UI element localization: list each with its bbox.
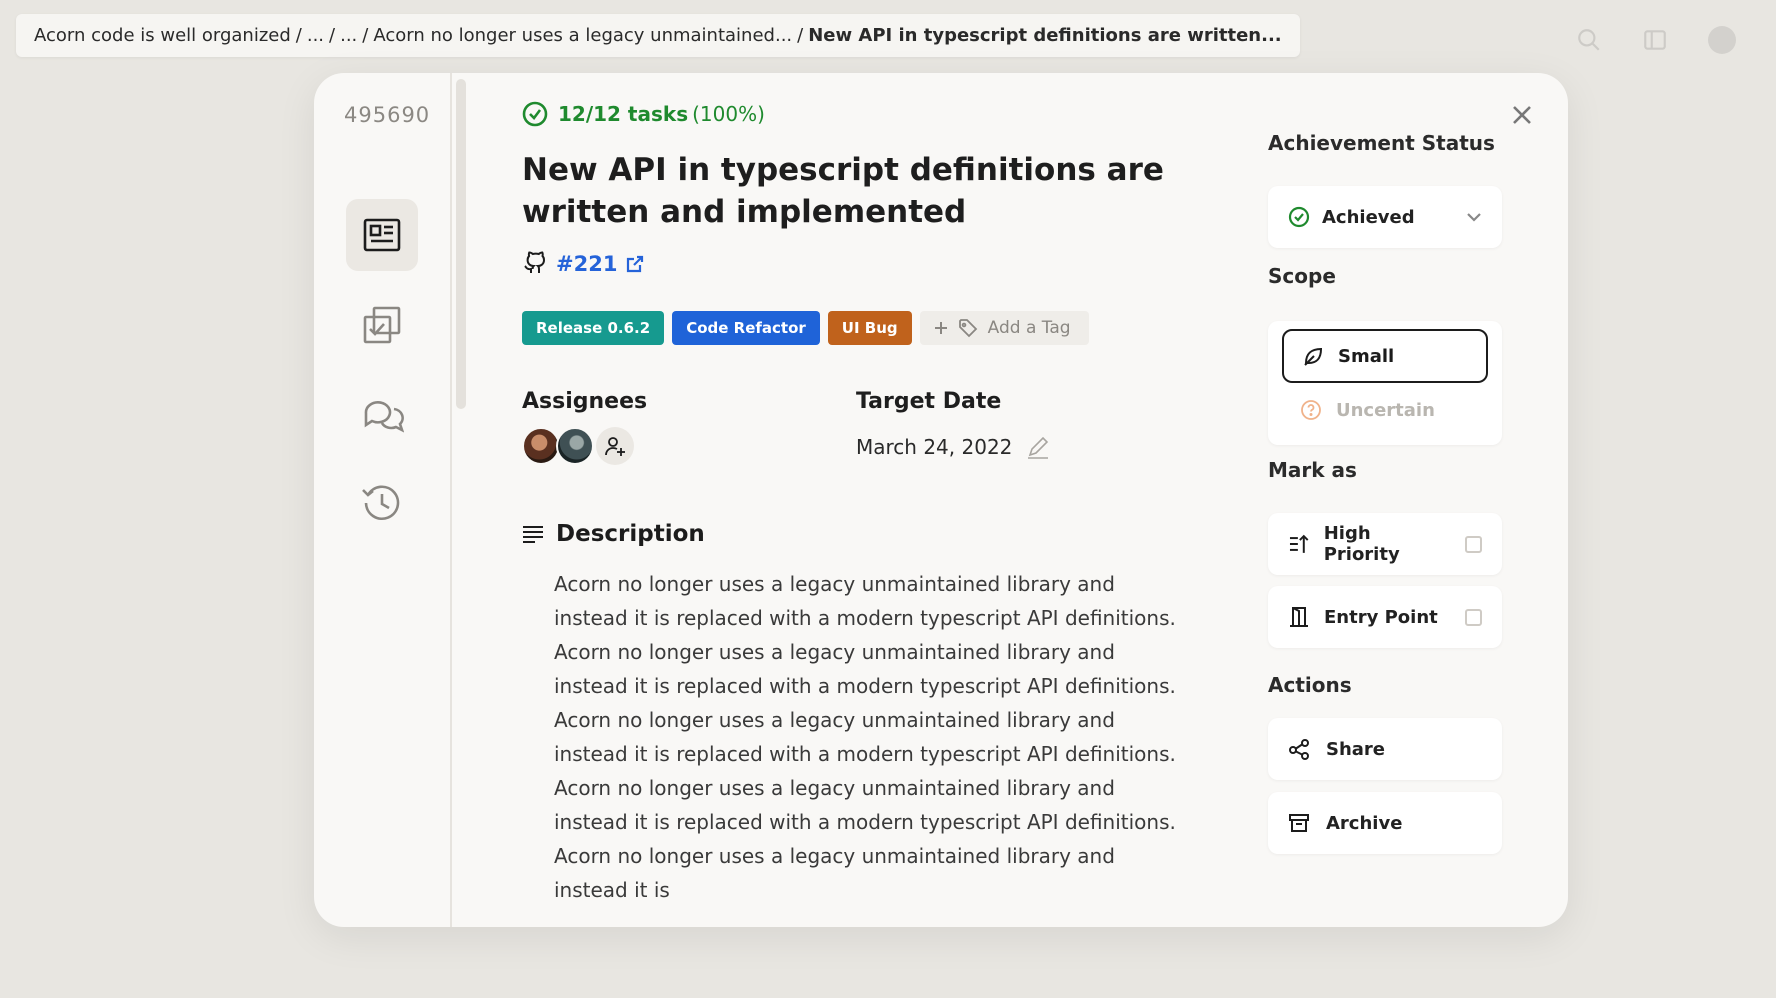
task-progress: 12/12 tasks (100%) (522, 101, 765, 127)
item-detail-modal: 495690 12/12 tasks (100%) New API in typ… (314, 73, 1568, 927)
target-date-value: March 24, 2022 (856, 435, 1013, 459)
text-lines-icon (523, 526, 543, 543)
high-priority-checkbox[interactable] (1465, 535, 1482, 553)
comments-icon (364, 401, 404, 433)
share-label: Share (1326, 738, 1386, 760)
add-user-icon (605, 437, 625, 456)
archive-label: Archive (1326, 812, 1403, 834)
actions-label: Actions (1268, 673, 1352, 697)
entry-point-toggle[interactable]: Entry Point (1268, 586, 1502, 648)
high-priority-label: High Priority (1323, 523, 1400, 565)
chevron-down-icon (1467, 213, 1481, 222)
add-assignee-button[interactable] (596, 427, 634, 465)
breadcrumb-separator: / (329, 25, 336, 46)
search-icon (1578, 29, 1600, 51)
side-panel: Achievement Status Achieved Scope Small … (1268, 73, 1508, 927)
close-button[interactable] (1506, 99, 1538, 131)
left-rail: 495690 (314, 73, 452, 927)
scope-label: Scope (1268, 264, 1336, 288)
page-title: New API in typescript definitions are wr… (522, 152, 1164, 230)
avatar[interactable] (556, 427, 594, 465)
issue-number: #221 (556, 252, 618, 276)
check-circle-icon (522, 101, 548, 127)
achievement-status-value: Achieved (1322, 206, 1415, 228)
mark-as-label: Mark as (1268, 458, 1357, 482)
priority-icon (1289, 534, 1309, 553)
assignee-avatars (522, 427, 634, 465)
tag[interactable]: Release 0.6.2 (522, 311, 665, 345)
tag[interactable]: UI Bug (827, 311, 912, 345)
breadcrumb-separator: / (362, 25, 369, 46)
history-icon (362, 485, 400, 520)
add-tag-button[interactable]: Add a Tag (919, 311, 1089, 345)
close-icon (1513, 106, 1531, 124)
share-icon (1289, 739, 1309, 760)
door-icon (1290, 607, 1308, 627)
entry-point-label: Entry Point (1324, 606, 1438, 628)
breadcrumb-separator: / (797, 25, 804, 46)
details-tab-button[interactable] (346, 199, 418, 271)
scope-option-uncertain[interactable]: Uncertain (1282, 383, 1488, 437)
archive-button[interactable]: Archive (1268, 792, 1502, 854)
high-priority-toggle[interactable]: High Priority (1268, 513, 1502, 575)
scope-option-label: Uncertain (1336, 399, 1435, 421)
checklist-icon (363, 306, 401, 344)
target-date-label: Target Date (856, 389, 1002, 414)
achievement-status-label: Achievement Status (1268, 131, 1495, 155)
github-issue-link[interactable]: #221 (522, 251, 645, 277)
check-circle-icon (1288, 206, 1310, 228)
avatar (1708, 26, 1736, 54)
avatar[interactable] (522, 427, 560, 465)
breadcrumb: Acorn code is well organized / ... / ...… (16, 14, 1300, 57)
description-heading: Description (522, 521, 705, 547)
newspaper-icon (363, 218, 401, 252)
pencil-icon[interactable] (1026, 435, 1050, 459)
tasks-count: 12/12 tasks (558, 102, 689, 126)
tag-icon (958, 319, 977, 338)
archive-icon (1289, 814, 1309, 832)
main-content: 12/12 tasks (100%) New API in typescript… (522, 73, 1202, 927)
breadcrumb-item[interactable]: ... (340, 25, 357, 46)
tag[interactable]: Code Refactor (672, 311, 820, 345)
description-heading-label: Description (556, 521, 705, 547)
history-tab-button[interactable] (346, 467, 418, 539)
entry-point-checkbox[interactable] (1465, 608, 1482, 626)
tasks-tab-button[interactable] (346, 289, 418, 361)
achievement-status-select[interactable]: Achieved (1268, 186, 1502, 248)
target-date: March 24, 2022 (856, 435, 1050, 459)
comments-tab-button[interactable] (346, 379, 418, 451)
breadcrumb-item[interactable]: Acorn no longer uses a legacy unmaintain… (373, 25, 792, 46)
share-button[interactable]: Share (1268, 718, 1502, 780)
leaf-icon (1304, 347, 1323, 366)
tasks-percent: (100%) (692, 102, 765, 126)
sidebar-icon (1644, 30, 1666, 50)
scope-option-label: Small (1338, 345, 1395, 367)
add-tag-label: Add a Tag (987, 318, 1071, 338)
scope-option-small[interactable]: Small (1282, 329, 1488, 383)
breadcrumb-current: New API in typescript definitions are wr… (808, 25, 1282, 46)
breadcrumb-separator: / (295, 25, 302, 46)
background-toolbar (1576, 26, 1736, 54)
tag-list: Release 0.6.2 Code Refactor UI Bug Add a… (522, 311, 1089, 345)
rail-scrollbar[interactable] (456, 79, 466, 409)
external-link-icon (627, 255, 644, 273)
question-circle-icon (1301, 400, 1321, 420)
github-icon (524, 251, 546, 273)
breadcrumb-item[interactable]: Acorn code is well organized (34, 25, 291, 46)
breadcrumb-item[interactable]: ... (307, 25, 324, 46)
plus-icon (934, 322, 947, 334)
scope-selector: Small Uncertain (1268, 321, 1502, 445)
item-id: 495690 (344, 103, 431, 127)
assignees-label: Assignees (522, 389, 648, 414)
description-text[interactable]: Acorn no longer uses a legacy unmaintain… (554, 567, 1190, 907)
